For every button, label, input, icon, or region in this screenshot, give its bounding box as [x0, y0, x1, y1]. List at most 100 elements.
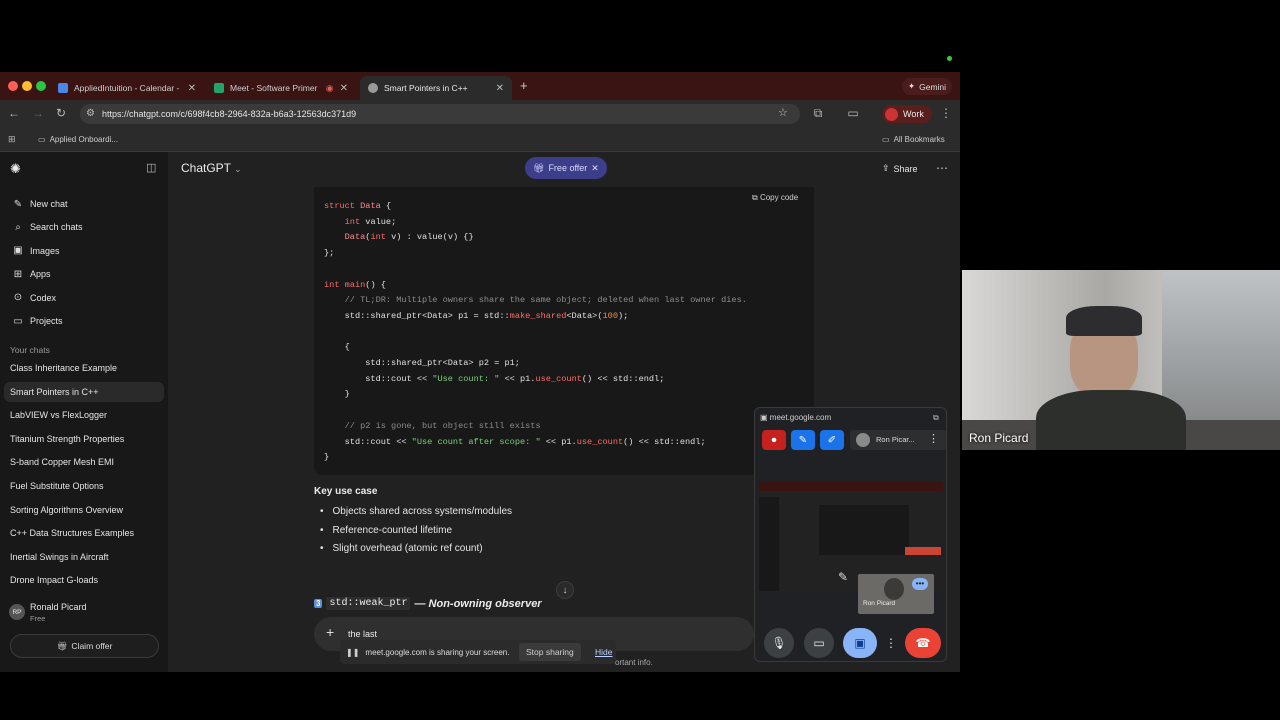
openai-logo-icon[interactable]: ✺: [10, 161, 21, 177]
code-line: Data(int v) : value(v) {}: [344, 232, 474, 243]
new-tab-button[interactable]: +: [520, 78, 528, 93]
record-icon: ⏺: [771, 434, 777, 446]
reload-button[interactable]: ↻: [53, 106, 69, 120]
meet-url-label: meet.google.com: [769, 413, 832, 422]
add-attachment-icon[interactable]: +: [326, 624, 334, 640]
bookmarks-bar: ⊞ ▭ Applied Onboardi... ▭ All Bookmarks: [0, 128, 960, 152]
sidebar-item-apps[interactable]: ⊞ Apps: [10, 264, 162, 284]
sidebar-item-projects[interactable]: ▭ Projects: [10, 311, 162, 331]
apps-grid-icon[interactable]: ⊞: [8, 134, 16, 145]
chat-history-item[interactable]: Fuel Substitute Options: [4, 476, 164, 496]
avatar: [856, 433, 870, 447]
free-offer-badge[interactable]: 🎁︎ Free offer ✕: [525, 157, 607, 179]
annotate-button[interactable]: ✐: [820, 430, 844, 450]
minimize-window-button[interactable]: [22, 81, 32, 91]
chat-history-item[interactable]: Smart Pointers in C++: [4, 381, 164, 402]
participant-head: [884, 578, 904, 600]
participant-name: Ron Picar...: [876, 435, 915, 444]
tab-title: Smart Pointers in C++: [384, 83, 468, 93]
address-bar[interactable]: ⚙ https://chatgpt.com/c/698f4cb8-2964-83…: [80, 104, 800, 124]
close-icon[interactable]: ✕: [188, 83, 196, 94]
your-chats-heading: Your chats: [10, 345, 50, 355]
more-options-icon[interactable]: ⋮: [928, 432, 939, 445]
gemini-icon: ✦: [908, 81, 916, 91]
tab-calendar[interactable]: AppliedIntuition - Calendar - ✕: [50, 76, 204, 100]
tile-name: Ron Picard: [863, 600, 896, 607]
chat-history-item[interactable]: Titanium Strength Properties: [4, 429, 164, 449]
message-input[interactable]: the last: [348, 629, 377, 639]
sidebar-item-label: Codex: [30, 292, 57, 303]
chat-history-item[interactable]: Inertial Swings in Aircraft: [4, 547, 164, 567]
code-line: {: [324, 342, 350, 353]
code-line: std::shared_ptr<Data> p1 = std::make_sha…: [324, 310, 629, 321]
free-offer-label: Free offer: [548, 163, 588, 173]
meet-icon: ▣: [760, 413, 770, 422]
user-name[interactable]: Ronald Picard: [30, 602, 87, 612]
present-button[interactable]: ▣: [843, 628, 877, 658]
browser-toolbar: ← → ↻ ⚙ https://chatgpt.com/c/698f4cb8-2…: [0, 100, 960, 128]
bookmark-star-icon[interactable]: ☆: [778, 106, 788, 119]
all-bookmarks[interactable]: ▭ All Bookmarks: [882, 135, 945, 144]
leave-call-button[interactable]: ☎: [905, 628, 941, 658]
code-line: std::cout << "Use count: " << p1.use_cou…: [324, 373, 665, 384]
camera-button[interactable]: ▭: [804, 628, 834, 658]
copy-code-button[interactable]: ⧉ Copy code: [752, 193, 798, 203]
close-icon[interactable]: ✕: [591, 163, 599, 174]
scroll-down-button[interactable]: ↓: [556, 581, 574, 599]
sidebar-item-new-chat[interactable]: ✎ New chat: [10, 194, 162, 214]
sidebar-toggle-icon[interactable]: ◫: [146, 161, 156, 174]
close-icon[interactable]: ✕: [340, 83, 348, 94]
profile-button[interactable]: Work: [882, 105, 932, 123]
site-info-icon[interactable]: ⚙: [86, 108, 95, 119]
claim-offer-label: Claim offer: [71, 641, 113, 651]
more-icon[interactable]: •••: [912, 578, 928, 590]
code-line: };: [324, 248, 335, 259]
whiteboard-button[interactable]: ✎: [791, 430, 815, 450]
split-view-icon[interactable]: ▭: [845, 106, 861, 120]
share-button[interactable]: ⇪ Share: [882, 163, 918, 174]
chat-history-item[interactable]: Drone Impact G-loads: [4, 570, 164, 590]
chat-history-item[interactable]: LabVIEW vs FlexLogger: [4, 405, 164, 425]
extensions-icon[interactable]: ⧉: [810, 106, 826, 121]
model-selector[interactable]: ChatGPT ⌄: [181, 161, 242, 175]
code-line: }: [324, 389, 350, 400]
stop-sharing-button[interactable]: Stop sharing: [519, 643, 581, 661]
tab-smart-pointers[interactable]: Smart Pointers in C++ ✕: [360, 76, 512, 100]
close-window-button[interactable]: [8, 81, 18, 91]
record-button[interactable]: ⏺: [762, 430, 786, 450]
gemini-button[interactable]: ✦ Gemini: [902, 78, 953, 95]
participant-video: [962, 270, 1280, 450]
bookmark-item[interactable]: ▭ Applied Onboardi...: [38, 135, 118, 144]
preview-meet-bar: [905, 547, 941, 555]
close-icon[interactable]: ✕: [496, 83, 504, 94]
more-options-icon[interactable]: ⋮: [884, 628, 898, 658]
avatar[interactable]: RP: [9, 604, 25, 620]
tab-meet[interactable]: Meet - Software Primer S ◉ ✕: [206, 76, 356, 100]
bookmark-label: Applied Onboardi...: [49, 135, 119, 144]
avatar: [885, 107, 898, 121]
key-use-heading: Key use case: [314, 486, 378, 497]
folder-icon: ▭: [882, 135, 890, 144]
browser-menu-icon[interactable]: ⋮: [938, 106, 954, 120]
sidebar-item-search-chats[interactable]: ⌕ Search chats: [10, 217, 162, 237]
forward-button[interactable]: →: [30, 106, 46, 120]
sidebar-item-codex[interactable]: ⊙ Codex: [10, 288, 162, 308]
back-button[interactable]: ←: [6, 106, 22, 120]
pause-icon: ❚❚: [346, 647, 360, 657]
mic-button[interactable]: 🎙︎: [764, 628, 794, 658]
hide-button[interactable]: Hide: [595, 647, 612, 657]
maximize-window-button[interactable]: [36, 81, 46, 91]
chat-history-item[interactable]: C++ Data Structures Examples: [4, 523, 164, 543]
list-item: • Slight overhead (atomic ref count): [320, 543, 483, 554]
more-options-icon[interactable]: ⋯: [936, 161, 948, 175]
chatgpt-favicon-icon: [368, 83, 378, 93]
chat-history-item[interactable]: S-band Copper Mesh EMI: [4, 452, 164, 472]
return-to-tab-icon[interactable]: ⧉: [933, 413, 939, 423]
participant-cap: [1066, 306, 1142, 336]
gift-icon: 🎁︎: [56, 640, 68, 651]
chat-history-item[interactable]: Sorting Algorithms Overview: [4, 500, 164, 520]
chat-history-item[interactable]: Class Inheritance Example: [4, 358, 164, 378]
sidebar-item-images[interactable]: ▣ Images: [10, 241, 162, 261]
claim-offer-button[interactable]: 🎁︎ Claim offer: [10, 634, 159, 658]
pen-off-icon[interactable]: ✎: [838, 570, 848, 584]
